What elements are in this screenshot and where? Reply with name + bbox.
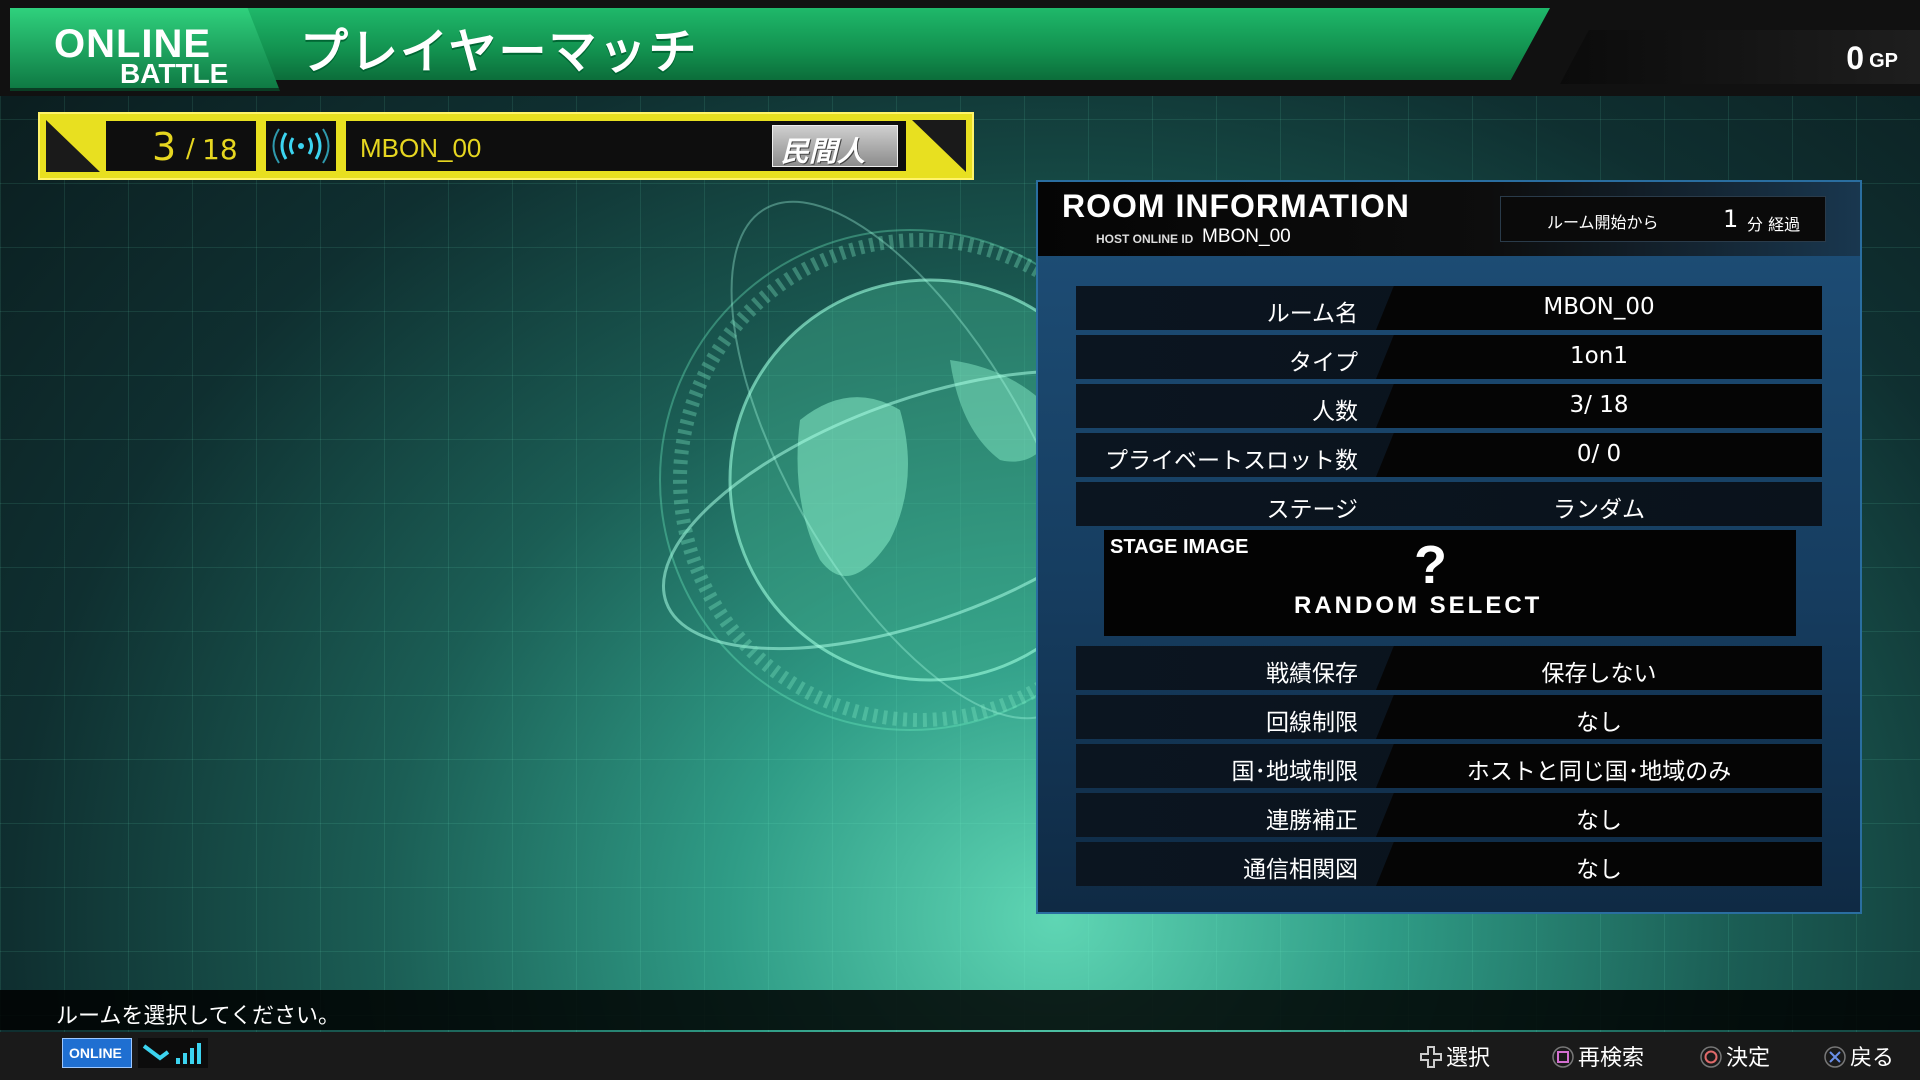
info-value: 0/ 0 — [1576, 441, 1622, 467]
room-bar-left-corner — [46, 120, 100, 172]
info-row-network-map: 通信相関図 なし — [1076, 842, 1822, 886]
info-row-win-streak: 連勝補正 なし — [1076, 793, 1822, 837]
confirm-label: 決定 — [1726, 1046, 1771, 1071]
host-id-label: HOST ONLINE ID — [1096, 232, 1194, 246]
help-message-bar: ルームを選択してください。 — [0, 990, 1920, 1030]
elapsed-unit: 分 経過 — [1747, 215, 1801, 234]
top-header: ONLINE BATTLE プレイヤーマッチ 0 GP — [0, 0, 1920, 96]
room-bar-right-corner — [912, 120, 966, 172]
host-rank-badge: 民間人 — [772, 125, 898, 168]
circle-button-icon — [1700, 1046, 1722, 1068]
help-message: ルームを選択してください。 — [56, 1004, 341, 1029]
elapsed-value: 1 — [1723, 205, 1739, 233]
info-row-type: タイプ 1on1 — [1076, 335, 1822, 379]
room-name: MBON_00 — [360, 133, 482, 163]
info-row-connection-limit: 回線制限 なし — [1076, 695, 1822, 739]
host-id-value: MBON_00 — [1202, 226, 1291, 247]
info-row-region-limit: 国･地域制限 ホストと同じ国･地域のみ — [1076, 744, 1822, 788]
room-info-title: ROOM INFORMATION — [1062, 188, 1410, 224]
info-value: なし — [1576, 808, 1622, 834]
info-label: タイプ — [1289, 350, 1358, 376]
elapsed-label: ルーム開始から — [1547, 213, 1659, 232]
info-label: 回線制限 — [1266, 710, 1358, 736]
stage-image-label: STAGE IMAGE — [1110, 536, 1249, 558]
online-status-badge: ONLINE — [62, 1038, 132, 1068]
page-title: プレイヤーマッチ — [300, 24, 699, 80]
info-label: 国･地域制限 — [1231, 759, 1359, 785]
random-stage-icon: ? — [1414, 535, 1447, 595]
info-row-private-slots: プライベートスロット数 0/ 0 — [1076, 433, 1822, 477]
gp-display: 0 GP — [1560, 30, 1920, 84]
info-label: プライベートスロット数 — [1105, 448, 1358, 474]
elapsed-time-box: ルーム開始から 1 分 経過 — [1500, 196, 1826, 242]
cross-button-icon — [1824, 1046, 1846, 1068]
room-info-header: ROOM INFORMATION HOST ONLINE ID MBON_00 … — [1038, 182, 1860, 256]
select-control[interactable]: 選択 — [1420, 1040, 1490, 1072]
select-label: 選択 — [1446, 1046, 1491, 1071]
random-select-text: RANDOM SELECT — [1294, 592, 1543, 619]
room-count-current: 3 — [152, 125, 177, 169]
info-value: 1on1 — [1570, 343, 1628, 369]
info-value: ホストと同じ国･地域のみ — [1466, 759, 1732, 785]
info-value: ランダム — [1553, 497, 1645, 523]
back-label: 戻る — [1850, 1046, 1895, 1071]
confirm-control[interactable]: 決定 — [1700, 1040, 1770, 1072]
square-button-icon — [1552, 1046, 1574, 1068]
info-label: 戦績保存 — [1266, 661, 1358, 687]
signal-strength-icon — [266, 121, 336, 171]
info-value: なし — [1576, 710, 1622, 736]
info-row-room-name: ルーム名 MBON_00 — [1076, 286, 1822, 330]
info-row-record-save: 戦績保存 保存しない — [1076, 646, 1822, 690]
room-count-separator: / — [186, 134, 195, 164]
network-signal-icon — [138, 1038, 208, 1068]
research-label: 再検索 — [1578, 1046, 1645, 1071]
back-control[interactable]: 戻る — [1824, 1040, 1894, 1072]
room-player-count: 3 / 18 — [106, 121, 256, 171]
room-name-box: MBON_00 民間人 — [346, 121, 906, 171]
info-value: なし — [1576, 857, 1622, 883]
info-label: ルーム名 — [1266, 301, 1358, 327]
room-information-panel: ROOM INFORMATION HOST ONLINE ID MBON_00 … — [1036, 180, 1862, 914]
info-label: 連勝補正 — [1266, 808, 1358, 834]
host-rank-label: 民間人 — [781, 135, 866, 168]
info-value: 保存しない — [1541, 661, 1657, 687]
room-count-max: 18 — [202, 133, 238, 166]
info-label: 人数 — [1312, 399, 1358, 425]
info-label: ステージ — [1266, 497, 1358, 523]
info-value: MBON_00 — [1543, 294, 1655, 320]
gp-value: 0 — [1846, 40, 1864, 76]
controls-bar: ONLINE 選択 再検索 決定 戻る — [0, 1032, 1920, 1080]
badge-battle-text: BATTLE — [120, 58, 229, 89]
online-badge-text: ONLINE — [69, 1045, 122, 1061]
research-control[interactable]: 再検索 — [1552, 1040, 1644, 1072]
info-label: 通信相関図 — [1243, 857, 1358, 883]
info-row-players: 人数 3/ 18 — [1076, 384, 1822, 428]
online-battle-badge: ONLINE BATTLE — [10, 8, 280, 91]
info-row-stage: ステージ ランダム — [1076, 482, 1822, 526]
dpad-icon — [1420, 1046, 1442, 1068]
gp-unit: GP — [1869, 50, 1898, 72]
selected-room-bar[interactable]: 3 / 18 MBON_00 民間人 — [38, 112, 974, 180]
info-value: 3/ 18 — [1569, 392, 1629, 418]
stage-image: STAGE IMAGE ? RANDOM SELECT — [1104, 530, 1796, 636]
